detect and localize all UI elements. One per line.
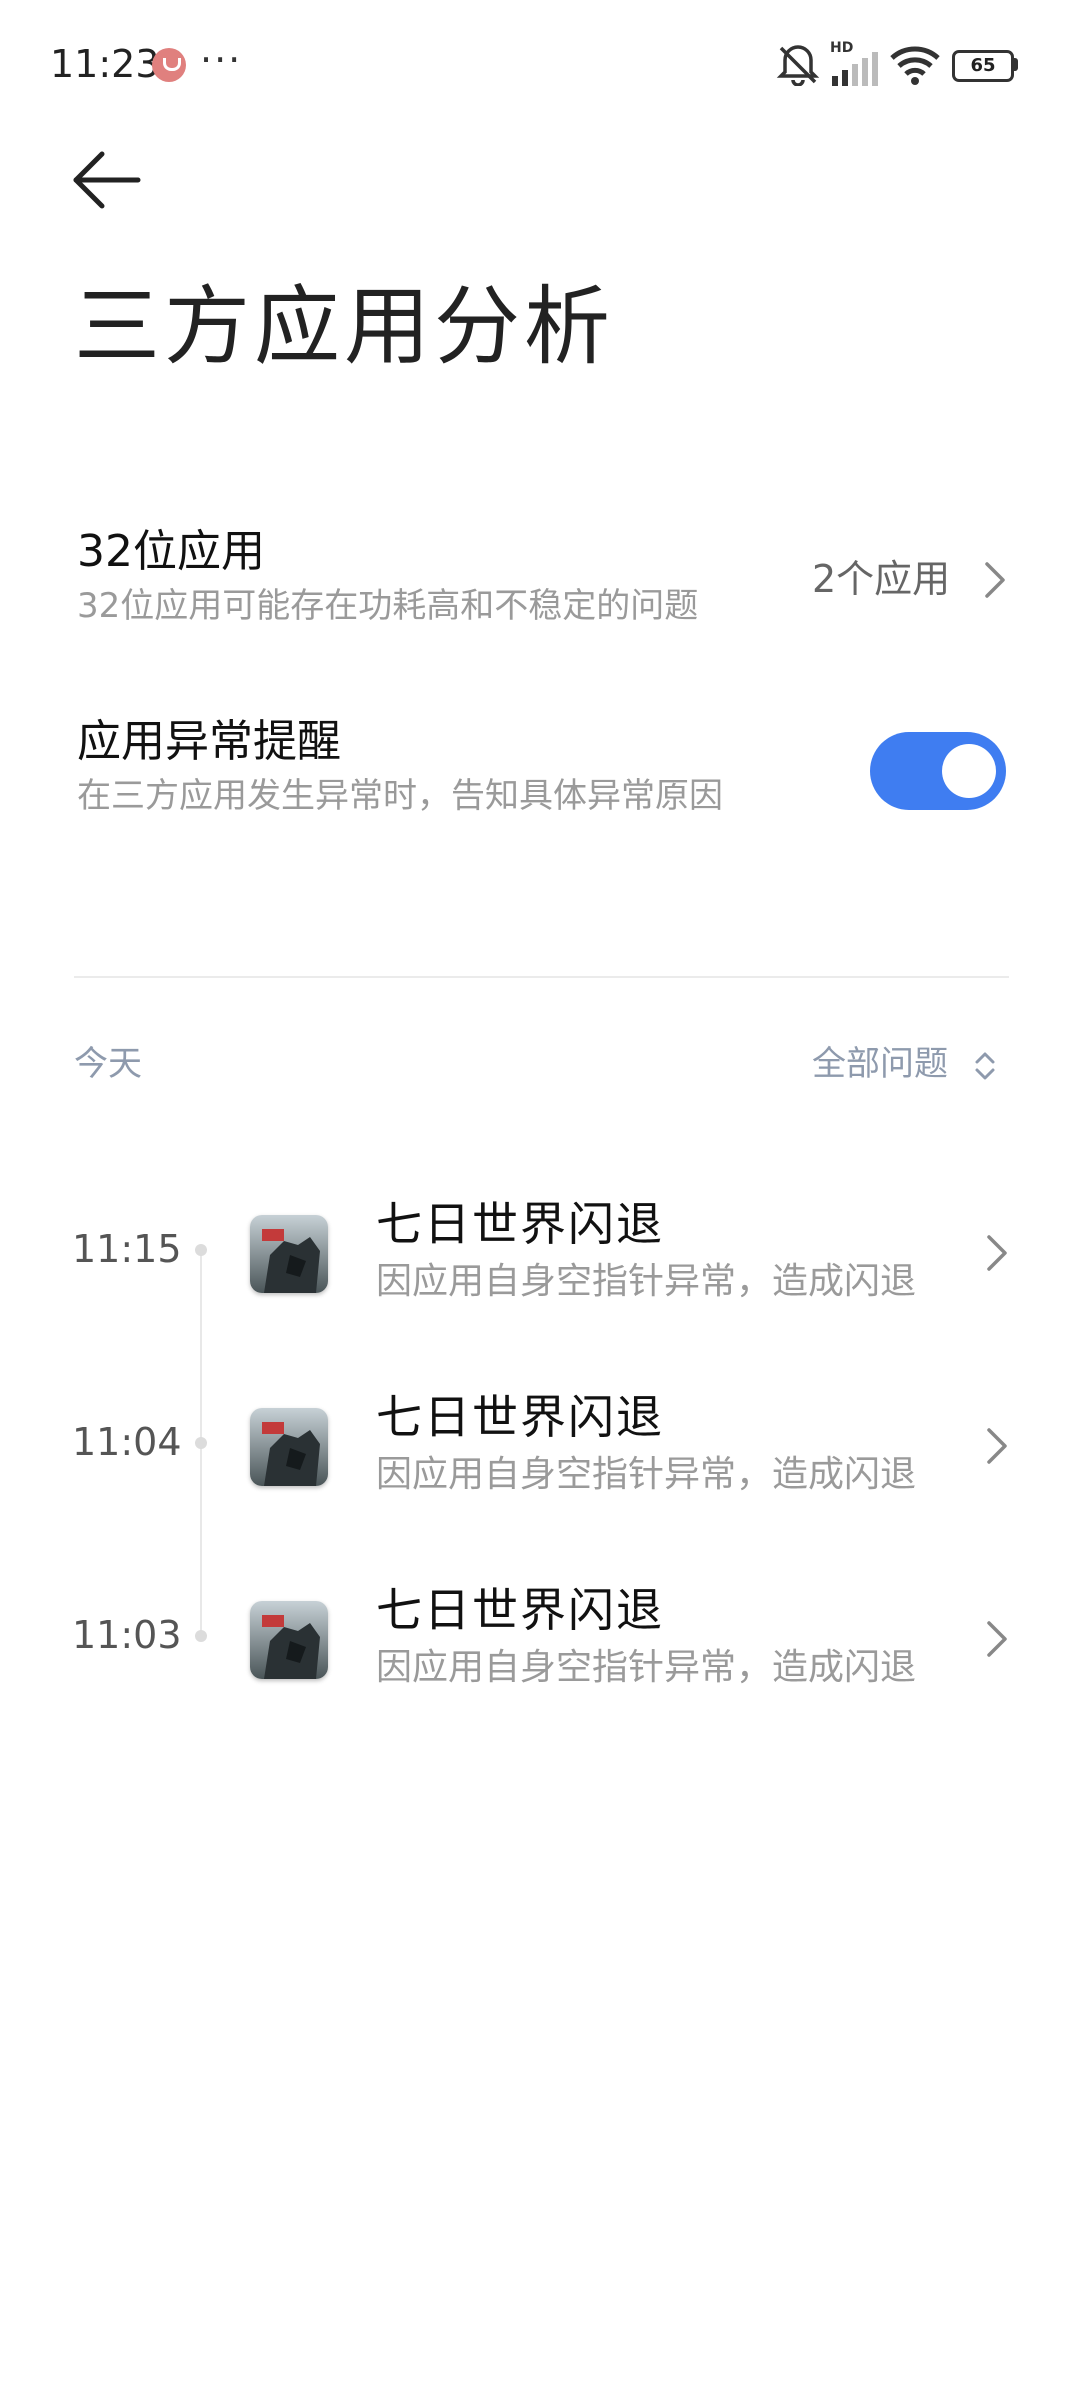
alert-subtitle: 在三方应用发生异常时，告知具体异常原因 (77, 776, 723, 816)
app-icon (250, 1408, 328, 1486)
event-subtitle: 因应用自身空指针异常，造成闪退 (376, 1647, 917, 1688)
section-date: 今天 (74, 1044, 142, 1084)
bit32-title: 32位应用 (77, 526, 265, 577)
back-button[interactable] (72, 150, 142, 210)
app-icon (250, 1215, 328, 1293)
event-time: 11:04 (72, 1420, 182, 1464)
event-item[interactable]: 11:15 七日世界闪退 因应用自身空指针异常，造成闪退 (0, 1185, 1080, 1325)
divider (74, 976, 1009, 978)
event-title: 七日世界闪退 (376, 1197, 664, 1251)
filter-dropdown[interactable]: 全部问题 (812, 1042, 948, 1086)
event-item[interactable]: 11:04 七日世界闪退 因应用自身空指针异常，造成闪退 (0, 1378, 1080, 1518)
signal-icon (832, 52, 878, 86)
event-subtitle: 因应用自身空指针异常，造成闪退 (376, 1454, 917, 1495)
event-time: 11:15 (72, 1227, 182, 1271)
app-icon (250, 1601, 328, 1679)
alert-title: 应用异常提醒 (77, 716, 341, 767)
sort-updown-icon[interactable] (974, 1050, 996, 1082)
more-notifications-icon: ··· (200, 38, 243, 82)
bit32-count: 2个应用 (812, 557, 951, 601)
chevron-right-icon (987, 1235, 1007, 1271)
battery-tip (1013, 58, 1018, 71)
event-title: 七日世界闪退 (376, 1583, 664, 1637)
vibrate-off-icon (776, 45, 820, 86)
bit32-subtitle: 32位应用可能存在功耗高和不稳定的问题 (77, 586, 699, 626)
event-subtitle: 因应用自身空指针异常，造成闪退 (376, 1261, 917, 1302)
wifi-icon (890, 46, 940, 85)
event-item[interactable]: 11:03 七日世界闪退 因应用自身空指针异常，造成闪退 (0, 1571, 1080, 1711)
toggle-knob (942, 744, 996, 798)
battery-icon: 65 (952, 50, 1014, 82)
chevron-right-icon (987, 1428, 1007, 1464)
notification-app-icon (152, 48, 186, 82)
status-time: 11:23 (50, 42, 160, 86)
event-time: 11:03 (72, 1613, 182, 1657)
alert-toggle[interactable] (870, 732, 1006, 810)
bit32-apps-row[interactable]: 32位应用 32位应用可能存在功耗高和不稳定的问题 2个应用 (0, 510, 1080, 640)
page-title: 三方应用分析 (74, 277, 614, 377)
event-title: 七日世界闪退 (376, 1390, 664, 1444)
chevron-right-icon (985, 562, 1005, 598)
chevron-right-icon (987, 1621, 1007, 1657)
